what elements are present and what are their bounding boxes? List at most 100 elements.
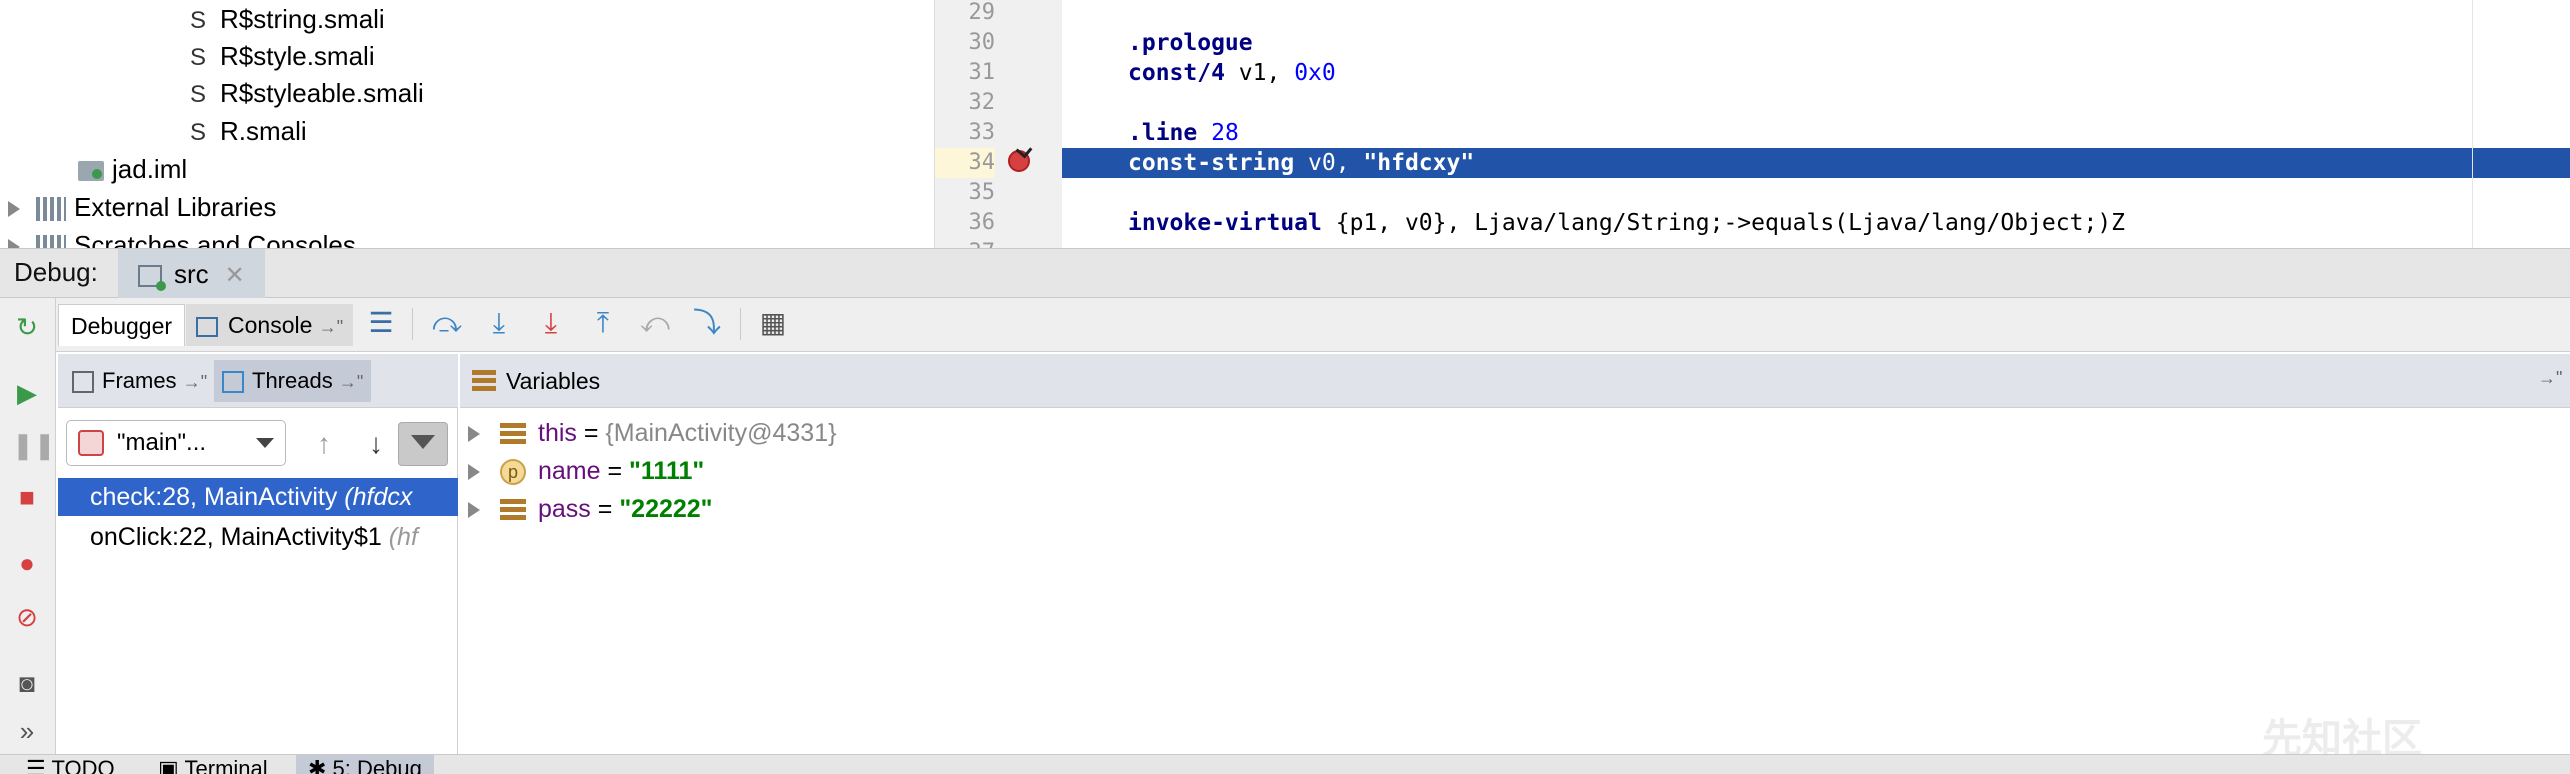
- camera-icon[interactable]: ◙: [12, 668, 42, 698]
- tab-label: Console: [228, 312, 313, 338]
- drop-frame-icon[interactable]: ⤺: [638, 306, 672, 340]
- frame-method: onClick:22, MainActivity$1: [90, 523, 389, 551]
- line-number: 34: [935, 148, 995, 178]
- tree-item-r-styleable-smali[interactable]: S R$styleable.smali: [190, 74, 424, 112]
- tab-debugger[interactable]: Debugger: [58, 304, 186, 346]
- variables-header: [460, 354, 2570, 408]
- variables-title: Variables: [506, 368, 601, 394]
- pin-icon[interactable]: →": [183, 372, 207, 392]
- more-chevron-icon[interactable]: »: [12, 716, 42, 746]
- chevron-down-icon[interactable]: [256, 438, 274, 448]
- editor-gutter[interactable]: 29 30 31 32 33 34 35 36 37: [934, 0, 1062, 265]
- show-execution-point-icon[interactable]: ☰: [364, 306, 398, 340]
- variable-row-pass[interactable]: pass = "22222": [468, 490, 713, 528]
- tab-console[interactable]: Console →": [186, 304, 354, 346]
- tree-item-jad-iml[interactable]: jad.iml: [78, 150, 187, 188]
- tree-item-r-style-smali[interactable]: S R$style.smali: [190, 37, 375, 75]
- current-execution-line: const-string v0, "hfdcxy": [1062, 148, 2570, 178]
- bottom-tool-bar: ☰ TODO ▣ Terminal ✱ 5: Debug: [0, 754, 2570, 774]
- tab-label: Terminal: [184, 756, 268, 774]
- smali-file-icon: S: [190, 44, 207, 71]
- variable-value: {MainActivity@4331}: [605, 419, 837, 447]
- frame-package: (hf: [388, 523, 418, 551]
- step-out-icon[interactable]: ⤒: [586, 306, 620, 340]
- variable-equals: =: [576, 419, 606, 447]
- step-into-icon[interactable]: ⤓: [482, 306, 516, 340]
- variable-equals: =: [600, 457, 630, 485]
- stop-icon[interactable]: ■: [12, 482, 42, 512]
- run-to-cursor-icon[interactable]: ⤵: [690, 306, 724, 340]
- module-file-icon: [78, 161, 104, 182]
- list-icon: ☰: [26, 756, 52, 774]
- previous-frame-button[interactable]: ↑: [306, 424, 342, 464]
- debug-tool-window-header: Debug: src ✕: [0, 248, 2570, 299]
- resume-icon[interactable]: ▶: [12, 378, 42, 408]
- right-margin-guide: [2472, 0, 2473, 248]
- line-number: 31: [968, 60, 996, 85]
- toolbar-separator: [412, 308, 413, 340]
- debug-session-tab-src[interactable]: src ✕: [118, 249, 265, 299]
- rerun-icon[interactable]: ↻: [12, 312, 42, 342]
- tab-label: 5: Debug: [332, 756, 422, 774]
- tab-threads[interactable]: Threads →": [214, 360, 372, 402]
- evaluate-expression-icon[interactable]: ▦: [756, 306, 790, 340]
- tab-label: Threads: [252, 368, 333, 393]
- smali-file-icon: S: [190, 119, 207, 146]
- variable-name: this: [538, 419, 577, 447]
- tree-item-label: R$string.smali: [220, 4, 385, 34]
- tree-item-label: Scratches and Consoles: [74, 230, 356, 248]
- code-line: .line 28: [1128, 120, 1239, 146]
- tree-item-scratches[interactable]: Scratches and Consoles: [8, 226, 356, 248]
- tree-item-r-string-smali[interactable]: S R$string.smali: [190, 0, 385, 38]
- frames-icon: [72, 371, 94, 394]
- next-frame-button[interactable]: ↓: [358, 424, 394, 464]
- expand-arrow-icon[interactable]: [468, 464, 480, 481]
- line-number: 32: [968, 90, 996, 115]
- force-step-into-icon[interactable]: ⤓: [534, 306, 568, 340]
- code-line: invoke-virtual {p1, v0}, Ljava/lang/Stri…: [1128, 210, 2126, 236]
- scratches-icon: [36, 235, 66, 248]
- tab-frames[interactable]: Frames →": [64, 360, 215, 402]
- smali-file-icon: S: [190, 81, 207, 108]
- pause-icon[interactable]: ❚❚: [12, 430, 56, 460]
- variable-row-name[interactable]: p name = "1111": [468, 452, 704, 490]
- filter-frames-button[interactable]: [398, 422, 448, 466]
- tree-item-external-libraries[interactable]: External Libraries: [8, 188, 276, 226]
- expand-arrow-icon[interactable]: [468, 502, 480, 519]
- tab-terminal[interactable]: ▣ Terminal: [146, 755, 280, 774]
- frame-method: check:28, MainActivity: [90, 483, 345, 511]
- pin-icon[interactable]: →": [339, 372, 363, 392]
- frame-item[interactable]: onClick:22, MainActivity$1 (hf: [58, 518, 458, 556]
- variable-equals: =: [590, 495, 620, 523]
- run-config-icon: [138, 265, 166, 292]
- tab-debug[interactable]: ✱ 5: Debug: [296, 755, 434, 774]
- expand-arrow-icon[interactable]: [8, 201, 20, 218]
- mute-breakpoints-icon[interactable]: ⊘: [12, 602, 42, 632]
- terminal-icon: ▣: [158, 756, 185, 774]
- field-icon: [500, 423, 526, 446]
- pin-icon[interactable]: →": [319, 317, 343, 337]
- pin-icon[interactable]: →": [2538, 368, 2562, 389]
- tab-label: Frames: [102, 368, 177, 393]
- tree-item-r-smali[interactable]: S R.smali: [190, 112, 307, 150]
- variable-row-this[interactable]: this = {MainActivity@4331}: [468, 414, 836, 452]
- expand-arrow-icon[interactable]: [468, 426, 480, 443]
- expand-arrow-icon[interactable]: [8, 239, 20, 248]
- close-icon[interactable]: ✕: [225, 262, 245, 289]
- console-icon: [196, 316, 218, 337]
- frame-item[interactable]: check:28, MainActivity (hfdcx: [58, 478, 458, 516]
- tree-item-label: R$style.smali: [220, 41, 375, 71]
- bug-icon: ✱: [308, 756, 333, 774]
- tree-item-label: jad.iml: [112, 154, 188, 184]
- tree-item-label: R$styleable.smali: [220, 78, 424, 108]
- view-breakpoints-icon[interactable]: ●: [12, 548, 42, 578]
- line-number: 29: [968, 0, 996, 25]
- session-tab-label: src: [174, 259, 209, 289]
- tab-todo[interactable]: ☰ TODO: [14, 755, 127, 774]
- step-over-icon[interactable]: ⤼: [430, 306, 464, 340]
- variable-name: pass: [538, 495, 591, 523]
- code-editor[interactable]: .prologue const/4 v1, 0x0 .line 28 const…: [1062, 0, 2570, 248]
